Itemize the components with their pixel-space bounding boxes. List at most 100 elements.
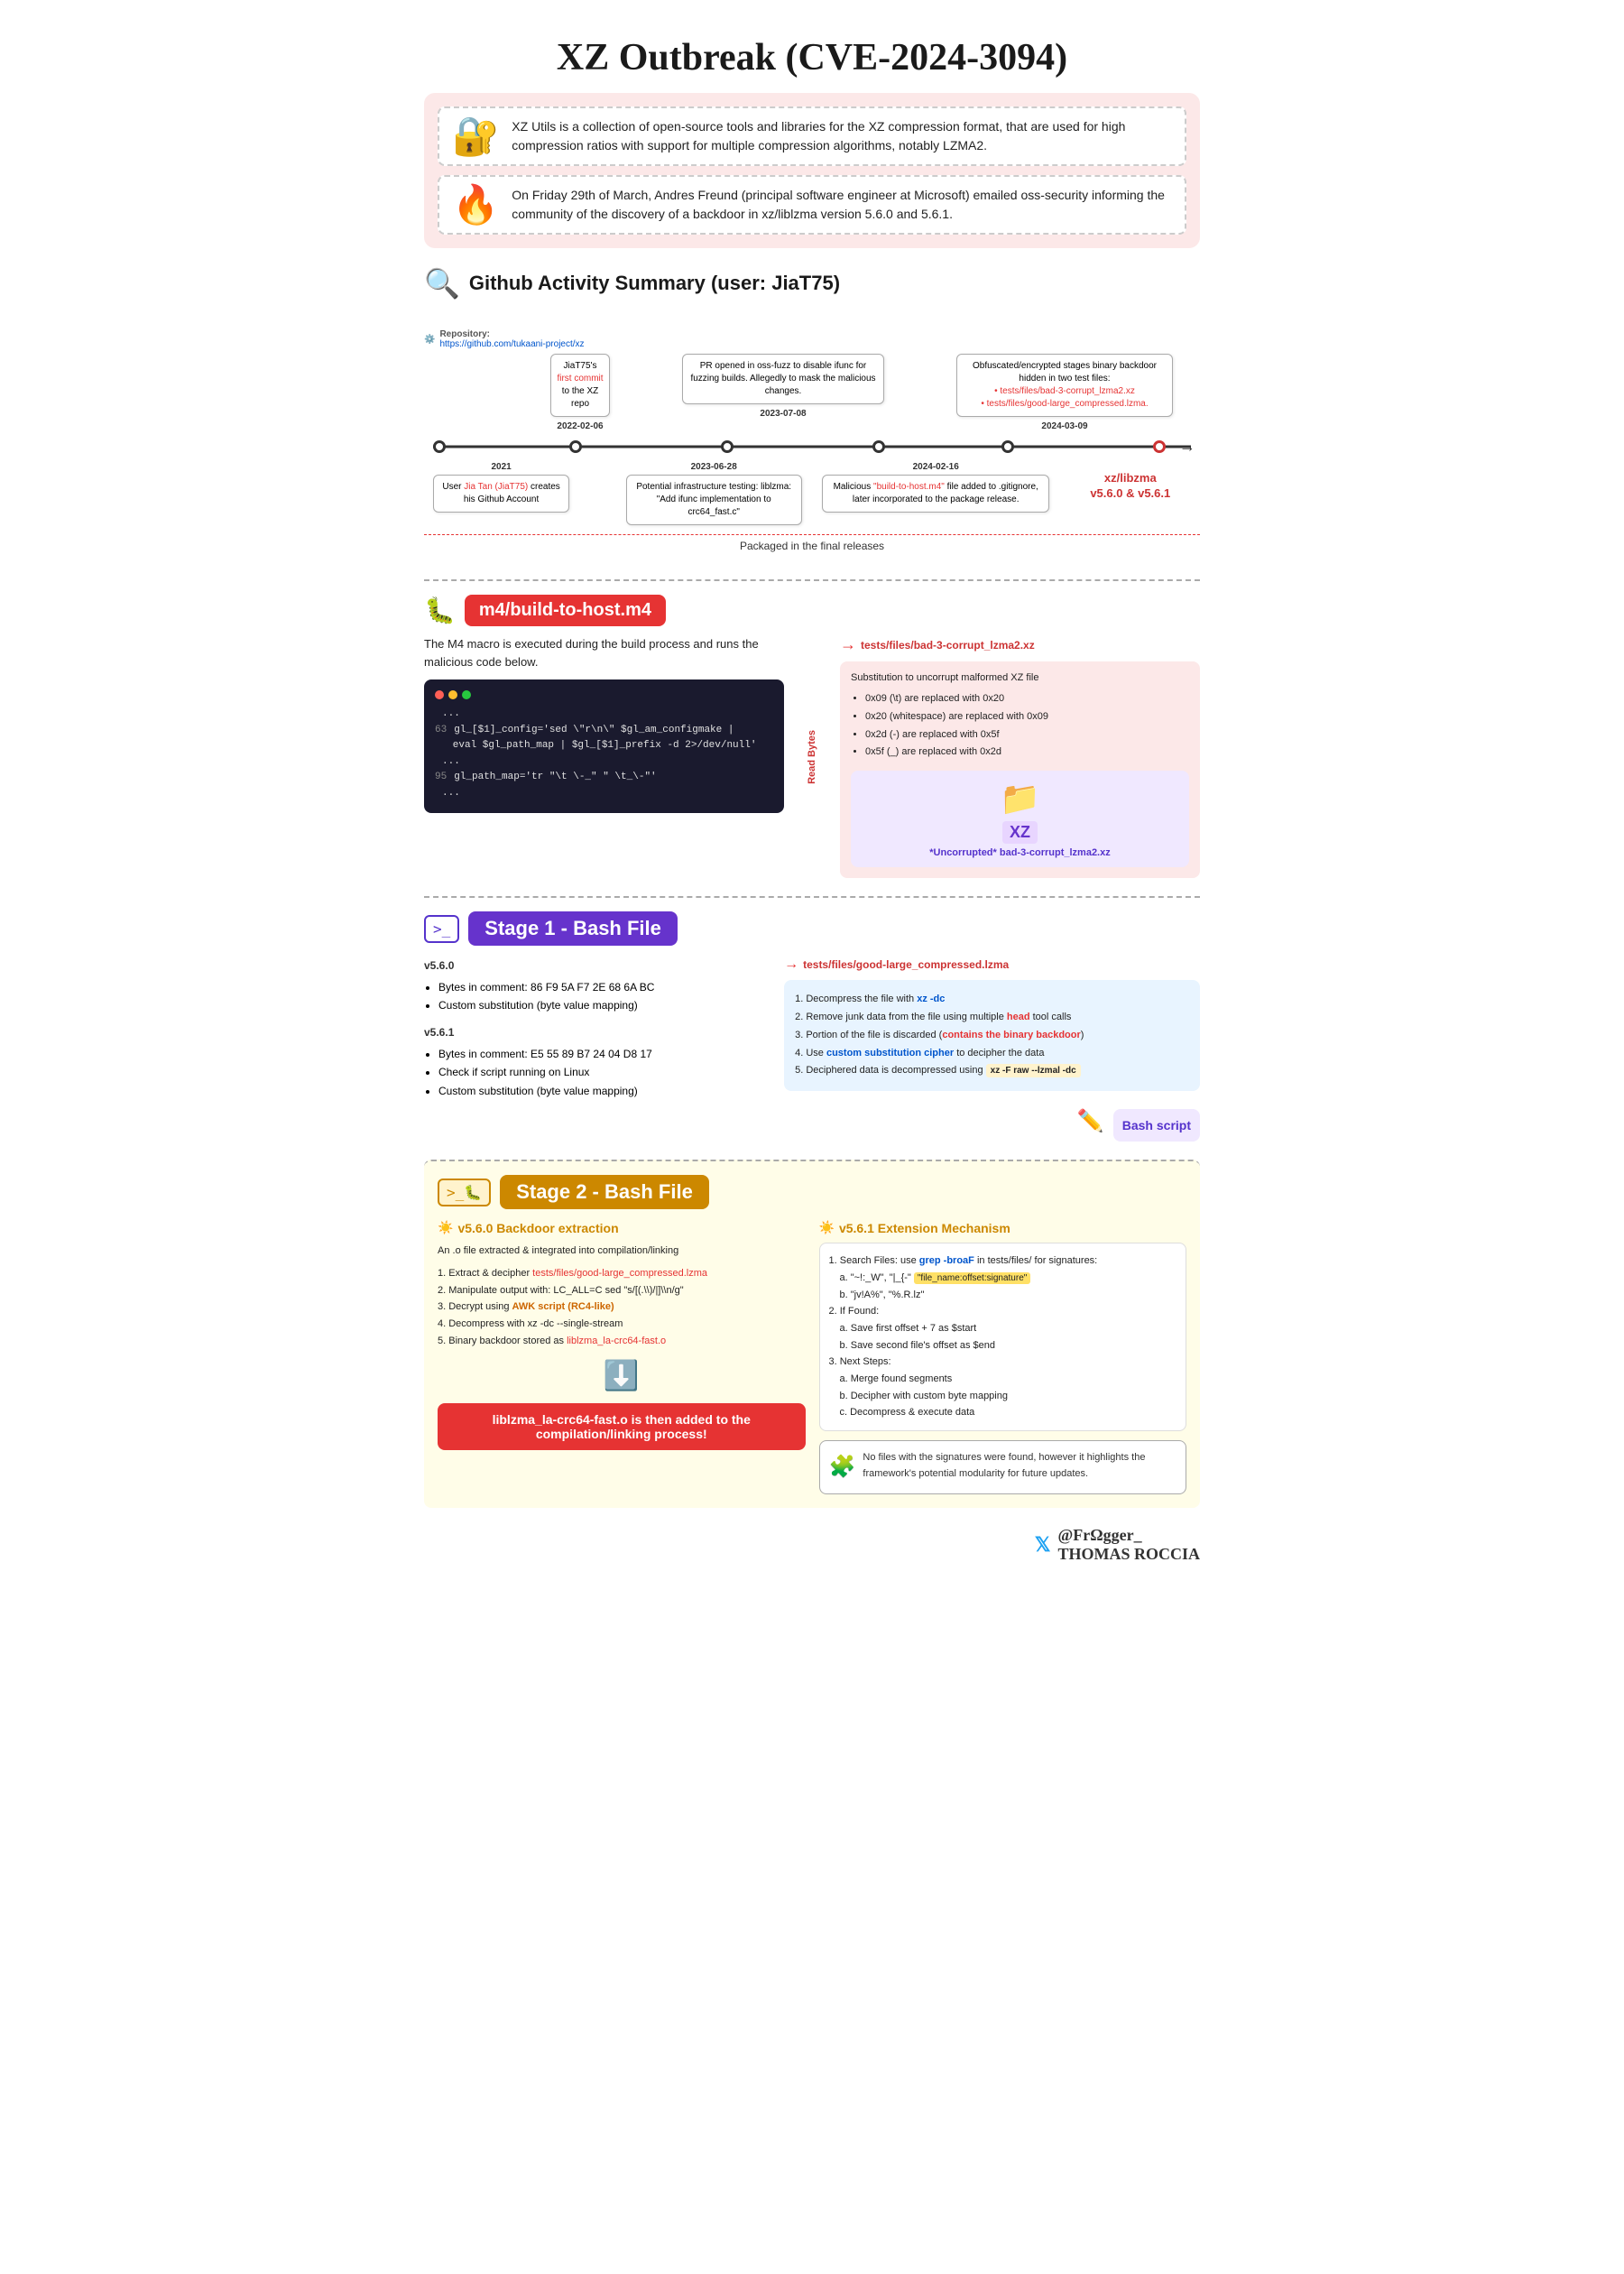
node-2024-03-date: 2024-03-09: [956, 421, 1173, 431]
xz-label: XZ: [1002, 821, 1038, 844]
m4-right: → tests/files/bad-3-corrupt_lzma2.xz Sub…: [840, 635, 1200, 878]
v561-next-c: c. Decompress & execute data: [829, 1404, 1177, 1421]
v561-sig-a: a. "~!:_W", "|_{-" "file_name:offset:sig…: [829, 1270, 1177, 1287]
code-line-2: 63gl_[$1]_config='sed \"r\n\" $gl_am_con…: [435, 723, 773, 739]
read-bytes-label: Read Bytes: [807, 730, 817, 784]
side-note-box: 🧩 No files with the signatures were foun…: [819, 1440, 1187, 1494]
stage1-left: v5.6.0 Bytes in comment: 86 F9 5A F7 2E …: [424, 957, 770, 1142]
footer-credit: 𝕏 @FrΩgger_ Thomas Roccia: [424, 1526, 1200, 1564]
step-1: 1. Decompress the file with xz -dc: [795, 991, 1189, 1009]
good-lzma-filename: tests/files/good-large_compressed.lzma: [803, 958, 1009, 971]
node-2023-06-date: 2023-06-28: [626, 462, 802, 472]
m4-badge: m4/build-to-host.m4: [465, 595, 666, 626]
code-line-4: ...: [435, 754, 773, 771]
side-note-text: No files with the signatures were found,…: [863, 1450, 1176, 1482]
v561-found-b: b. Save second file's offset as $end: [829, 1337, 1177, 1354]
code-block: ... 63gl_[$1]_config='sed \"r\n\" $gl_am…: [424, 679, 784, 813]
node-2024-02-date: 2024-02-16: [822, 462, 1049, 472]
v561-item-1: Bytes in comment: E5 55 89 B7 24 04 D8 1…: [438, 1045, 770, 1063]
github-section: 🔍 Github Activity Summary (user: JiaT75)…: [424, 266, 1200, 561]
stage1-section: >_ Stage 1 - Bash File v5.6.0 Bytes in c…: [424, 896, 1200, 1142]
twitter-icon: 𝕏: [1035, 1533, 1051, 1557]
blocks-icon: 🧩: [829, 1450, 856, 1484]
xz-file-box: 📁 XZ *Uncorrupted* bad-3-corrupt_lzma2.x…: [851, 771, 1189, 867]
stage2-layout: ☀️ v5.6.0 Backdoor extraction An .o file…: [438, 1220, 1186, 1494]
page-title: XZ Outbreak (CVE-2024-3094): [424, 18, 1200, 93]
github-section-title: 🔍 Github Activity Summary (user: JiaT75): [424, 266, 1200, 300]
v560-item-1: Bytes in comment: 86 F9 5A F7 2E 68 6A B…: [438, 978, 770, 996]
terminal-icon: >_: [424, 915, 459, 943]
v561-next: 3. Next Steps:: [829, 1354, 1177, 1371]
repo-url: https://github.com/tukaani-project/xz: [439, 339, 584, 349]
corrupt-desc: Substitution to uncorrupt malformed XZ f…: [851, 672, 1189, 683]
node-2022-label: JiaT75's first commit to the XZ repo: [557, 361, 603, 409]
sun-icon-2: ☀️: [819, 1220, 835, 1235]
node-2021-label: User Jia Tan (JiaT75) creates his Github…: [442, 482, 559, 504]
s2-step-5: 5. Binary backdoor stored as liblzma_la-…: [438, 1333, 806, 1350]
stage2-section: >_🐛 Stage 2 - Bash File ☀️ v5.6.0 Backdo…: [424, 1160, 1200, 1508]
stage2-right: ☀️ v5.6.1 Extension Mechanism 1. Search …: [819, 1220, 1187, 1494]
node-2022-date: 2022-02-06: [550, 421, 610, 431]
v561-label: v5.6.1: [424, 1023, 770, 1041]
good-lzma-box: 1. Decompress the file with xz -dc 2. Re…: [784, 980, 1200, 1091]
corrupt-item-4: 0x5f (_) are replaced with 0x2d: [865, 744, 1189, 762]
stage1-badge: Stage 1 - Bash File: [468, 911, 678, 946]
code-line-6: ...: [435, 786, 773, 802]
v560-label: v5.6.0: [424, 957, 770, 975]
xz-version-label: xz/libzmav5.6.0 & v5.6.1: [1070, 471, 1191, 502]
s2-step-1: 1. Extract & decipher tests/files/good-l…: [438, 1265, 806, 1282]
packaged-label: Packaged in the final releases: [424, 534, 1200, 552]
corrupt-item-1: 0x09 (\t) are replaced with 0x20: [865, 690, 1189, 708]
repo-label: Repository:: [439, 329, 584, 339]
twitter-handle: @FrΩgger_: [1057, 1526, 1200, 1545]
corrupt-item-3: 0x2d (-) are replaced with 0x5f: [865, 726, 1189, 744]
v561-found-a: a. Save first offset + 7 as $start: [829, 1320, 1177, 1337]
v560-item-2: Custom substitution (byte value mapping): [438, 996, 770, 1014]
s2-step-3: 3. Decrypt using AWK script (RC4-like): [438, 1299, 806, 1316]
stage2-terminal-icon: >_🐛: [438, 1179, 491, 1206]
xz-icon: 🔐: [452, 117, 499, 155]
corrupt-item-2: 0x20 (whitespace) are replaced with 0x09: [865, 708, 1189, 726]
sun-icon: ☀️: [438, 1220, 453, 1235]
stage1-header: >_ Stage 1 - Bash File: [424, 911, 1200, 946]
stage2-badge: Stage 2 - Bash File: [500, 1175, 709, 1209]
uncorrupted-label: *Uncorrupted* bad-3-corrupt_lzma2.xz: [860, 847, 1180, 858]
v561-item-2: Check if script running on Linux: [438, 1063, 770, 1081]
xz-description-text: XZ Utils is a collection of open-source …: [512, 117, 1172, 155]
stage1-layout: v5.6.0 Bytes in comment: 86 F9 5A F7 2E …: [424, 957, 1200, 1142]
fire-icon: 🔥: [452, 186, 499, 224]
node-2023-07-label: PR opened in oss-fuzz to disable ifunc f…: [690, 361, 875, 396]
m4-left: The M4 macro is executed during the buil…: [424, 635, 784, 878]
step-4: 4. Use custom substitution cipher to dec…: [795, 1045, 1189, 1063]
step-5: 5. Deciphered data is decompressed using…: [795, 1062, 1189, 1080]
author-name: Thomas Roccia: [1057, 1545, 1200, 1564]
s2-step-2: 2. Manipulate output with: LC_ALL=C sed …: [438, 1282, 806, 1299]
stage1-right: → tests/files/good-large_compressed.lzma…: [784, 957, 1200, 1142]
corrupt-list: 0x09 (\t) are replaced with 0x20 0x20 (w…: [851, 690, 1189, 762]
github-title-text: Github Activity Summary (user: JiaT75): [469, 272, 840, 295]
code-line-3: eval $gl_path_map | $gl_[$1]_prefix -d 2…: [435, 738, 773, 754]
bug-icon: 🐛: [424, 596, 456, 625]
stage2-header: >_🐛 Stage 2 - Bash File: [438, 1175, 1186, 1209]
v561-step-intro: 1. Search Files: use grep -broaF in test…: [829, 1253, 1177, 1270]
m4-layout: The M4 macro is executed during the buil…: [424, 635, 1200, 878]
bash-script-label: Bash script: [1113, 1109, 1200, 1142]
repo-icon: ⚙️: [424, 335, 435, 345]
intro-section: 🔐 XZ Utils is a collection of open-sourc…: [424, 93, 1200, 248]
node-2024-03-label: Obfuscated/encrypted stages binary backd…: [973, 361, 1157, 409]
extension-box: 1. Search Files: use grep -broaF in test…: [819, 1243, 1187, 1431]
stage2-v561-title: ☀️ v5.6.1 Extension Mechanism: [819, 1220, 1187, 1235]
code-line-5: 95gl_path_map='tr "\t \-_" " \t_\-"': [435, 770, 773, 786]
stage2-footer-badge: liblzma_la-crc64-fast.o is then added to…: [438, 1403, 806, 1450]
v561-if-found: 2. If Found:: [829, 1303, 1177, 1320]
stage2-v560-steps: 1. Extract & decipher tests/files/good-l…: [438, 1265, 806, 1349]
step-3: 3. Portion of the file is discarded (con…: [795, 1027, 1189, 1045]
v561-item-3: Custom substitution (byte value mapping): [438, 1082, 770, 1100]
xz-description-row: 🔐 XZ Utils is a collection of open-sourc…: [438, 106, 1186, 166]
s2-step-4: 4. Decompress with xz -dc --single-strea…: [438, 1316, 806, 1333]
pencil-icon: ✏️: [1077, 1108, 1104, 1134]
good-lzma-list: 1. Decompress the file with xz -dc 2. Re…: [795, 991, 1189, 1080]
discovery-text: On Friday 29th of March, Andres Freund (…: [512, 186, 1172, 224]
node-2023-06-label: Potential infrastructure testing: liblzm…: [636, 482, 791, 517]
node-2021-date: 2021: [433, 462, 569, 472]
